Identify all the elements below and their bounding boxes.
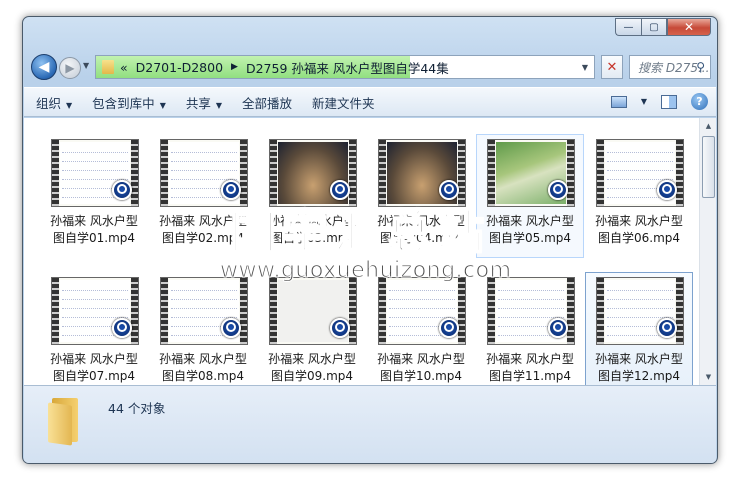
folder-icon: [48, 398, 82, 446]
caption-buttons: — ▢ ✕: [615, 18, 711, 36]
file-name: 孙福来 风水户型 图自学10.mp4: [368, 351, 474, 385]
play-all-button[interactable]: 全部播放: [234, 93, 300, 112]
new-folder-button[interactable]: 新建文件夹: [304, 93, 383, 112]
chevron-down-icon: ▼: [66, 100, 73, 110]
file-item[interactable]: 孙福来 风水户型 图自学12.mp4: [585, 272, 693, 396]
item-count: 44 个对象: [108, 401, 166, 416]
media-player-icon: [330, 318, 350, 338]
file-name-line-2: 图自学07.mp4: [52, 369, 136, 383]
media-player-icon: [657, 180, 677, 200]
back-button[interactable]: ◀: [31, 54, 57, 80]
file-name-line-1: 孙福来 风水户型: [486, 214, 574, 228]
chevron-down-icon: ▼: [215, 100, 223, 110]
file-name: 孙福来 风水户型 图自学07.mp4: [41, 351, 147, 385]
file-name-line-2: 图自学05.mp4: [488, 231, 572, 245]
stop-refresh-button[interactable]: ✕: [601, 55, 623, 79]
watermark-url: www.guoxuehuizong.com: [220, 258, 512, 284]
video-thumbnail: [487, 277, 575, 345]
details-pane: 44 个对象: [24, 385, 716, 463]
video-thumbnail: [487, 139, 575, 207]
file-item[interactable]: 孙福来 风水户型 图自学10.mp4: [367, 272, 475, 396]
file-item[interactable]: 孙福来 风水户型 图自学11.mp4: [476, 272, 584, 396]
breadcrumb-separator-icon[interactable]: ▶: [231, 62, 238, 72]
address-bar[interactable]: « D2701-D2800 ▶ D2759 孙福来 风水户型图自学44集 ▼: [95, 55, 595, 79]
file-name: 孙福来 风水户型 图自学09.mp4: [259, 351, 365, 385]
breadcrumb-segment-1[interactable]: D2701-D2800: [136, 60, 223, 75]
address-dropdown-icon[interactable]: ▼: [582, 63, 588, 72]
file-name-line-1: 孙福来 风水户型: [595, 214, 683, 228]
video-thumbnail: [596, 139, 684, 207]
change-view-icon[interactable]: [610, 95, 627, 108]
file-item[interactable]: 孙福来 风水户型 图自学05.mp4: [476, 134, 584, 258]
command-bar: 组织 ▼ 包含到库中 ▼ 共享 ▼ 全部播放 新建文件夹 ▼ ?: [24, 87, 716, 117]
file-name-line-1: 孙福来 风水户型: [50, 214, 138, 228]
share-label: 共享: [185, 95, 211, 111]
chevron-down-icon: ▼: [159, 100, 166, 110]
file-name: 孙福来 风水户型 图自学12.mp4: [586, 351, 692, 385]
media-player-icon: [112, 180, 132, 200]
file-name: 孙福来 风水户型 图自学05.mp4: [477, 213, 583, 247]
share-menu[interactable]: 共享 ▼: [178, 93, 230, 112]
address-chevron[interactable]: «: [120, 60, 128, 75]
media-player-icon: [221, 318, 241, 338]
file-name-line-2: 图自学01.mp4: [52, 231, 136, 245]
file-name: 孙福来 风水户型 图自学01.mp4: [41, 213, 147, 247]
file-item[interactable]: 孙福来 风水户型 图自学01.mp4: [40, 134, 148, 258]
organize-menu[interactable]: 组织 ▼: [28, 93, 80, 112]
file-name-line-1: 孙福来 风水户型: [50, 352, 138, 366]
file-item[interactable]: 孙福来 风水户型 图自学09.mp4: [258, 272, 366, 396]
help-button[interactable]: ?: [691, 93, 708, 110]
file-name-line-2: 图自学10.mp4: [379, 369, 463, 383]
video-thumbnail: [378, 277, 466, 345]
file-name-line-1: 孙福来 风水户型: [268, 352, 356, 366]
breadcrumb-segment-2[interactable]: D2759 孙福来 风水户型图自学44集: [246, 58, 449, 77]
navigation-bar: ◀ ▶ ▼ « D2701-D2800 ▶ D2759 孙福来 风水户型图自学4…: [31, 53, 711, 83]
organize-label: 组织: [36, 95, 62, 111]
file-name: 孙福来 风水户型 图自学06.mp4: [586, 213, 692, 247]
media-player-icon: [112, 318, 132, 338]
file-name: 孙福来 风水户型 图自学11.mp4: [477, 351, 583, 385]
file-name-line-1: 孙福来 风水户型: [486, 352, 574, 366]
include-library-menu[interactable]: 包含到库中 ▼: [84, 93, 174, 112]
file-name-line-1: 孙福来 风水户型: [159, 352, 247, 366]
video-thumbnail: [51, 277, 139, 345]
file-name: 孙福来 风水户型 图自学08.mp4: [150, 351, 256, 385]
vertical-scrollbar[interactable]: ▲ ▼: [699, 118, 716, 385]
file-item[interactable]: 孙福来 风水户型 图自学07.mp4: [40, 272, 148, 396]
file-name-line-2: 图自学11.mp4: [488, 369, 572, 383]
scroll-down-icon[interactable]: ▼: [700, 369, 717, 385]
file-name-line-2: 图自学09.mp4: [270, 369, 354, 383]
file-name-line-1: 孙福来 风水户型: [595, 352, 683, 366]
file-name-line-2: 图自学08.mp4: [161, 369, 245, 383]
media-player-icon: [548, 318, 568, 338]
folder-icon: [102, 60, 114, 74]
close-button[interactable]: ✕: [667, 18, 711, 36]
scroll-up-icon[interactable]: ▲: [700, 118, 717, 134]
file-item[interactable]: 孙福来 风水户型 图自学06.mp4: [585, 134, 693, 258]
media-player-icon: [439, 318, 459, 338]
video-thumbnail: [160, 277, 248, 345]
file-item[interactable]: 孙福来 风水户型 图自学08.mp4: [149, 272, 257, 396]
maximize-button[interactable]: ▢: [641, 18, 667, 36]
recent-pages-dropdown-icon[interactable]: ▼: [83, 61, 89, 70]
watermark-title: 国学汇总站: [229, 204, 490, 260]
minimize-button[interactable]: —: [615, 18, 641, 36]
video-thumbnail: [51, 139, 139, 207]
search-icon[interactable]: ⚲: [696, 60, 705, 74]
file-name-line-2: 图自学06.mp4: [597, 231, 681, 245]
media-player-icon: [548, 180, 568, 200]
include-library-label: 包含到库中: [92, 95, 155, 111]
video-thumbnail: [269, 277, 357, 345]
view-dropdown-icon[interactable]: ▼: [641, 97, 647, 106]
file-name-line-1: 孙福来 风水户型: [377, 352, 465, 366]
search-input[interactable]: 搜索 D275... ⚲: [629, 55, 711, 79]
scrollbar-thumb[interactable]: [702, 136, 715, 198]
file-name-line-2: 图自学12.mp4: [597, 369, 681, 383]
preview-pane-icon[interactable]: [661, 94, 677, 109]
forward-button[interactable]: ▶: [59, 57, 81, 79]
media-player-icon: [657, 318, 677, 338]
video-thumbnail: [596, 277, 684, 345]
